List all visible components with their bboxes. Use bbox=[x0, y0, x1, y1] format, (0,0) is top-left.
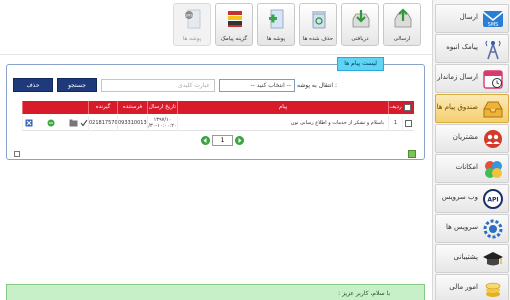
add-folder-icon bbox=[269, 9, 284, 29]
gear-icon bbox=[483, 219, 503, 239]
next-page-button[interactable] bbox=[235, 136, 244, 145]
row-select-cell bbox=[402, 116, 414, 131]
folder-select[interactable]: -- انتخاب کنید -- bbox=[219, 79, 295, 92]
svg-text:SMS: SMS bbox=[185, 14, 193, 18]
sms-envelope-icon: SMS bbox=[482, 11, 504, 28]
calendar-icon bbox=[483, 70, 503, 89]
welcome-text: با سلام، کاربر عزیز : bbox=[338, 290, 390, 297]
row-sender: 09331001391 bbox=[117, 116, 147, 131]
row-date-line2: /۳۰-۱۰:۰۰:۲۰ bbox=[148, 123, 177, 129]
sidebar-item-label: وب سرویس bbox=[441, 193, 478, 201]
export-excel-icon[interactable] bbox=[408, 150, 416, 158]
welcome-notice: با سلام، کاربر عزیز : bbox=[6, 284, 425, 300]
users-icon bbox=[484, 130, 502, 148]
checkmark-icon[interactable] bbox=[80, 119, 88, 127]
recycle-bin-icon bbox=[312, 11, 326, 29]
books-icon bbox=[228, 11, 242, 27]
sidebar-item-label: صندوق پیام ها bbox=[436, 103, 478, 111]
toolbar-button-label: دریافتی bbox=[351, 36, 369, 42]
select-all-checkbox[interactable] bbox=[404, 104, 411, 111]
received-messages-button[interactable]: دریافتی bbox=[341, 3, 379, 46]
row-actions bbox=[22, 116, 88, 131]
select-all-cell bbox=[402, 101, 414, 114]
reply-icon[interactable] bbox=[47, 119, 55, 127]
column-header-sender: فرستنده bbox=[117, 101, 147, 114]
sidebar-item-services[interactable]: سرویس ها bbox=[435, 214, 509, 243]
sms-folders-button[interactable]: SMS پوشه ها bbox=[173, 3, 211, 46]
inbox-download-icon bbox=[352, 10, 370, 28]
sidebar-item-features[interactable]: امکانات bbox=[435, 154, 509, 183]
column-header-row: ردیف bbox=[388, 101, 402, 114]
sent-messages-button[interactable]: ارسالی bbox=[383, 3, 421, 46]
sms-folder-icon: SMS bbox=[185, 9, 201, 29]
table-header: ردیف پیام تاریخ ارسال فرستنده گیرنده bbox=[22, 101, 414, 114]
api-icon: API bbox=[483, 189, 503, 209]
sidebar-item-label: سرویس ها bbox=[445, 223, 478, 231]
toolbar-button-label: گزینه پیامک bbox=[220, 36, 248, 42]
graduation-cap-icon bbox=[483, 252, 503, 266]
coins-icon bbox=[485, 282, 501, 297]
folder-icon[interactable] bbox=[69, 119, 78, 127]
column-header-actions bbox=[22, 101, 88, 114]
sidebar-item-customers[interactable]: مشتریان bbox=[435, 124, 509, 153]
sidebar-item-send[interactable]: SMS ارسال bbox=[435, 4, 509, 33]
puzzle-icon bbox=[485, 161, 502, 178]
app-root: SMS ارسال پیامک انبوه ارسال زماندار صندو… bbox=[0, 0, 510, 300]
panel-title: لیست پیام ها bbox=[337, 57, 384, 71]
sidebar-item-finance[interactable]: امور مالی bbox=[435, 274, 509, 300]
toolbar-button-label: پوشه ها bbox=[182, 36, 202, 42]
add-folder-button[interactable]: پوشه ها bbox=[257, 3, 295, 46]
sidebar-item-scheduled[interactable]: ارسال زماندار bbox=[435, 64, 509, 93]
svg-text:SMS: SMS bbox=[488, 22, 499, 28]
toolbar-button-label: حذف شده ها bbox=[302, 36, 334, 42]
antenna-icon bbox=[485, 40, 501, 60]
column-header-receiver: گیرنده bbox=[88, 101, 117, 114]
move-to-folder-label: انتقال به پوشه : bbox=[297, 82, 338, 89]
search-button[interactable]: جستجو bbox=[57, 78, 97, 92]
sidebar-item-label: امور مالی bbox=[449, 283, 478, 291]
sidebar-item-support[interactable]: پشتیبانی bbox=[435, 244, 509, 273]
previous-page-button[interactable] bbox=[201, 136, 210, 145]
column-header-message: پیام bbox=[177, 101, 388, 114]
toolbar-button-label: پوشه ها bbox=[266, 36, 286, 42]
delete-button[interactable]: حذف bbox=[13, 78, 53, 92]
row-receiver: 02181757000 bbox=[88, 116, 117, 131]
sidebar-item-label: مشتریان bbox=[452, 133, 478, 141]
sidebar-item-label: ارسال bbox=[459, 13, 478, 21]
row-checkbox[interactable] bbox=[405, 120, 412, 127]
search-input[interactable]: عبارت کلیدی bbox=[101, 79, 215, 92]
row-index: 1 bbox=[388, 116, 402, 131]
sms-options-button[interactable]: گزینه پیامک bbox=[215, 3, 253, 46]
toolbar-button-label: ارسالی bbox=[393, 36, 411, 42]
deleted-messages-button[interactable]: حذف شده ها bbox=[299, 3, 337, 46]
inbox-icon bbox=[483, 101, 503, 118]
row-date: ۱۳۹۷/۱۰ /۳۰-۱۰:۰۰:۲۰ bbox=[147, 116, 177, 131]
row-message: باسلام و تشکر از خدمات و اطلاع رسانی تون bbox=[177, 116, 388, 131]
expand-icon[interactable] bbox=[14, 151, 20, 157]
delete-row-icon[interactable] bbox=[25, 119, 33, 127]
sidebar-item-label: پیامک انبوه bbox=[446, 43, 478, 51]
sidebar-item-inbox[interactable]: صندوق پیام ها bbox=[435, 94, 509, 123]
toolbar: ارسالی دریافتی حذف شده ها پوشه ها گزینه … bbox=[166, 3, 428, 46]
svg-text:API: API bbox=[487, 197, 498, 204]
sidebar-item-web-service[interactable]: API وب سرویس bbox=[435, 184, 509, 213]
sidebar: SMS ارسال پیامک انبوه ارسال زماندار صندو… bbox=[432, 0, 510, 300]
divider bbox=[0, 54, 432, 55]
sidebar-item-label: امکانات bbox=[455, 163, 478, 171]
sidebar-item-label: پشتیبانی bbox=[453, 253, 478, 261]
sidebar-item-label: ارسال زماندار bbox=[437, 73, 478, 81]
outbox-icon bbox=[394, 8, 412, 28]
column-header-date: تاریخ ارسال bbox=[147, 101, 177, 114]
table-row[interactable]: 1 باسلام و تشکر از خدمات و اطلاع رسانی ت… bbox=[22, 116, 414, 131]
sidebar-item-bulk-sms[interactable]: پیامک انبوه bbox=[435, 34, 509, 63]
page-number-input[interactable]: 1 bbox=[212, 135, 233, 146]
